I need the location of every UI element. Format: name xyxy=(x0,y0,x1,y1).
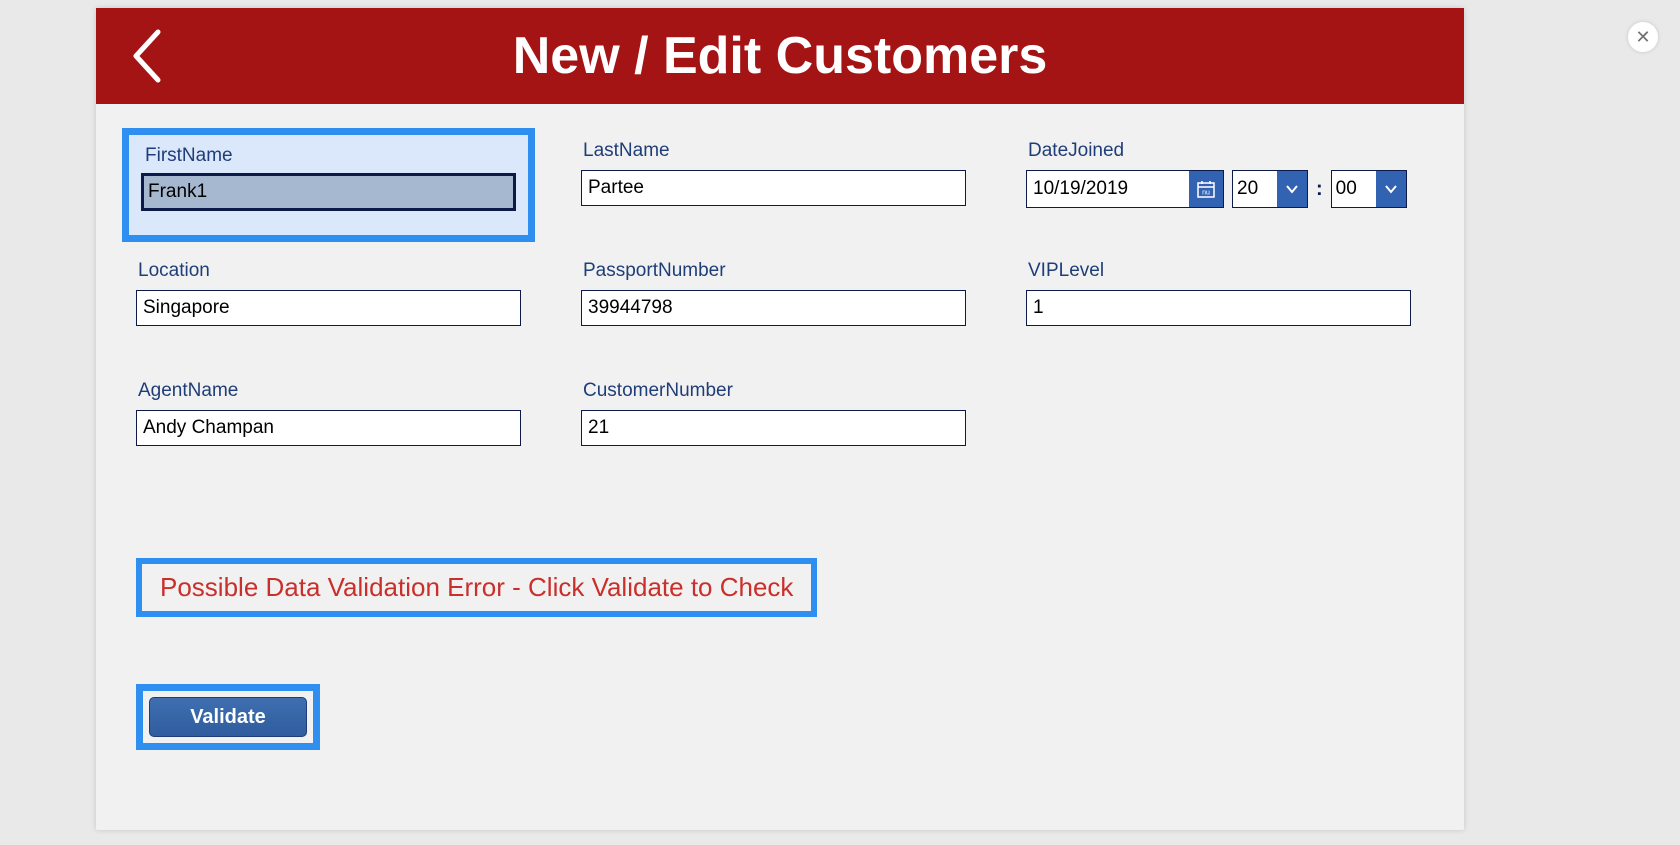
hour-dropdown-button[interactable] xyxy=(1277,171,1307,207)
time-separator: : xyxy=(1316,178,1323,201)
passport-label: PassportNumber xyxy=(583,260,966,282)
form-row: Location PassportNumber VIPLevel xyxy=(136,248,1424,368)
minute-field xyxy=(1331,170,1407,208)
passport-input[interactable] xyxy=(581,290,966,326)
lastname-input[interactable] xyxy=(581,170,966,206)
minute-dropdown-button[interactable] xyxy=(1376,171,1406,207)
date-input[interactable] xyxy=(1027,171,1189,207)
customernumber-input[interactable] xyxy=(581,410,966,446)
validation-warning-text: Possible Data Validation Error - Click V… xyxy=(160,572,793,603)
header-bar: New / Edit Customers xyxy=(96,8,1464,104)
hour-field xyxy=(1232,170,1308,208)
customernumber-group: CustomerNumber xyxy=(581,368,966,446)
datejoined-group: DateJoined nu xyxy=(1026,128,1411,208)
firstname-input[interactable] xyxy=(141,173,516,211)
lastname-label: LastName xyxy=(583,140,966,162)
datejoined-controls: nu : xyxy=(1026,170,1411,208)
datejoined-label: DateJoined xyxy=(1028,140,1411,162)
firstname-label: FirstName xyxy=(145,145,528,167)
agentname-label: AgentName xyxy=(138,380,521,402)
date-field: nu xyxy=(1026,170,1224,208)
validate-button[interactable]: Validate xyxy=(149,697,307,737)
agentname-input[interactable] xyxy=(136,410,521,446)
calendar-button[interactable]: nu xyxy=(1189,171,1223,207)
viplevel-input[interactable] xyxy=(1026,290,1411,326)
svg-text:nu: nu xyxy=(1202,190,1210,197)
form-row: AgentName CustomerNumber xyxy=(136,368,1424,488)
validate-highlight-frame: Validate xyxy=(136,684,320,750)
close-icon: ✕ xyxy=(1635,27,1650,48)
close-button[interactable]: ✕ xyxy=(1628,22,1658,52)
location-input[interactable] xyxy=(136,290,521,326)
form-row: FirstName LastName DateJoined xyxy=(136,128,1424,248)
calendar-icon: nu xyxy=(1197,180,1215,198)
customer-form: FirstName LastName DateJoined xyxy=(136,128,1424,488)
page-title: New / Edit Customers xyxy=(96,8,1464,104)
passport-group: PassportNumber xyxy=(581,248,966,326)
validation-warning-frame: Possible Data Validation Error - Click V… xyxy=(136,558,817,617)
hour-input[interactable] xyxy=(1233,171,1277,207)
viplevel-group: VIPLevel xyxy=(1026,248,1411,326)
lastname-group: LastName xyxy=(581,128,966,206)
location-group: Location xyxy=(136,248,521,326)
viplevel-label: VIPLevel xyxy=(1028,260,1411,282)
customernumber-label: CustomerNumber xyxy=(583,380,966,402)
chevron-down-icon xyxy=(1384,184,1398,194)
minute-input[interactable] xyxy=(1332,171,1376,207)
modal-panel: New / Edit Customers FirstName LastName … xyxy=(96,8,1464,830)
agentname-group: AgentName xyxy=(136,368,521,446)
location-label: Location xyxy=(138,260,521,282)
chevron-down-icon xyxy=(1285,184,1299,194)
firstname-highlight-frame: FirstName xyxy=(122,128,535,242)
